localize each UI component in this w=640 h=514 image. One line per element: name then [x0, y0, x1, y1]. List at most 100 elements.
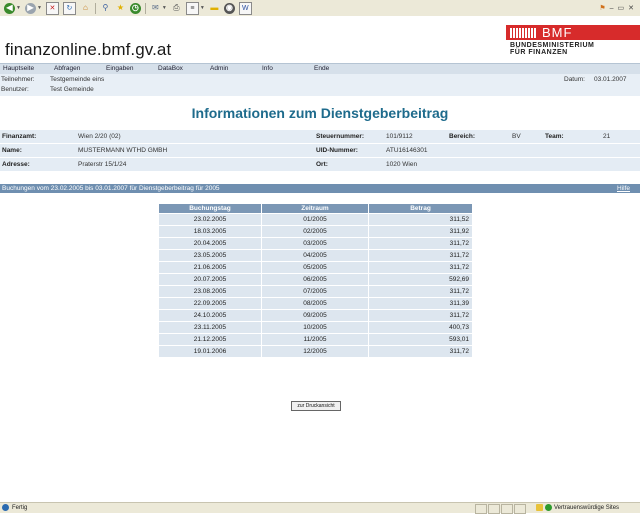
- home-icon[interactable]: ⌂: [80, 3, 91, 14]
- stop-icon[interactable]: ✕: [45, 1, 59, 15]
- restore-icon[interactable]: ▭: [618, 4, 625, 12]
- ort-label: Ort:: [316, 161, 328, 168]
- cell-betrag: 311,72: [369, 310, 472, 321]
- edit-icon[interactable]: ≡: [185, 1, 199, 15]
- section-title: Buchungen vom 23.02.2005 bis 03.01.2007 …: [2, 185, 220, 192]
- adresse-label: Adresse:: [2, 161, 30, 168]
- cell-buchungstag: 23.02.2005: [159, 214, 261, 225]
- team-label: Team:: [545, 133, 564, 140]
- table-row: 20.07.2005 06/2005 592,69: [159, 274, 472, 285]
- cell-betrag: 311,92: [369, 226, 472, 237]
- status-cell: [488, 504, 500, 514]
- cell-betrag: 311,72: [369, 286, 472, 297]
- menu-item-abfragen[interactable]: Abfragen: [54, 65, 80, 72]
- back-icon[interactable]: ◀: [4, 2, 15, 14]
- status-cells: [475, 504, 526, 514]
- site-title: finanzonline.bmf.gv.at: [5, 40, 172, 59]
- favorites-icon[interactable]: ★: [115, 3, 126, 14]
- uid-value: ATU16146301: [386, 147, 428, 154]
- finanzamt-label: Finanzamt:: [2, 133, 37, 140]
- status-text: Fertig: [12, 504, 28, 511]
- details-row: Name: MUSTERMANN WTHD GMBH UID-Nummer: A…: [0, 144, 640, 157]
- name-label: Name:: [2, 147, 22, 154]
- menu-item-databox[interactable]: DataBox: [158, 65, 183, 72]
- folder-icon[interactable]: ▬: [209, 3, 220, 14]
- adresse-value: Praterstr 15/1/24: [78, 161, 127, 168]
- details-grid: Finanzamt: Wien 2/20 (02) Steuernummer: …: [0, 130, 640, 172]
- minimize-icon[interactable]: –: [610, 5, 614, 12]
- toolbar-separator: [144, 2, 146, 14]
- check-icon: [545, 504, 552, 511]
- benutzer-value: Test Gemeinde: [50, 86, 94, 93]
- cell-betrag: 592,69: [369, 274, 472, 285]
- menu-item-admin[interactable]: Admin: [210, 65, 228, 72]
- print-icon[interactable]: ⎙: [171, 3, 182, 14]
- table-row: 23.02.2005 01/2005 311,52: [159, 214, 472, 225]
- steuernummer-value: 101/9112: [386, 133, 413, 140]
- eagle-icon: [510, 27, 536, 38]
- table-row: 21.12.2005 11/2005 593,01: [159, 334, 472, 345]
- help-link[interactable]: Hilfe: [617, 185, 630, 192]
- edit-dropdown-icon[interactable]: ▼: [200, 5, 205, 11]
- close-icon[interactable]: ✕: [628, 4, 634, 12]
- history-icon[interactable]: ◷: [129, 2, 141, 14]
- menu-item-ende[interactable]: Ende: [314, 65, 329, 72]
- menu-item-info[interactable]: Info: [262, 65, 273, 72]
- steuernummer-label: Steuernummer:: [316, 133, 365, 140]
- menu-item-hauptseite[interactable]: Hauptseite: [3, 65, 34, 72]
- window-controls: ⚑ – ▭ ✕: [599, 4, 640, 13]
- print-view-button[interactable]: zur Druckansicht: [291, 401, 341, 411]
- cell-buchungstag: 23.08.2005: [159, 286, 261, 297]
- logo-line-1: BUNDESMINISTERIUM: [510, 42, 595, 49]
- back-dropdown-icon[interactable]: ▼: [16, 5, 21, 11]
- cell-betrag: 311,72: [369, 346, 472, 357]
- cell-betrag: 311,52: [369, 214, 472, 225]
- cell-zeitraum: 09/2005: [262, 310, 368, 321]
- datum-value: 03.01.2007: [594, 76, 627, 83]
- details-row: Adresse: Praterstr 15/1/24 Ort: 1020 Wie…: [0, 158, 640, 171]
- team-value: 21: [603, 133, 611, 140]
- menu-item-eingaben[interactable]: Eingaben: [106, 65, 133, 72]
- cell-zeitraum: 12/2005: [262, 346, 368, 357]
- column-header-betrag: Betrag: [369, 204, 472, 213]
- cell-buchungstag: 23.11.2005: [159, 322, 261, 333]
- bereich-label: Bereich:: [449, 133, 476, 140]
- cell-betrag: 311,72: [369, 238, 472, 249]
- cell-zeitraum: 08/2005: [262, 298, 368, 309]
- cell-betrag: 311,72: [369, 250, 472, 261]
- page-icon: [2, 504, 9, 511]
- teilnehmer-label: Teilnehmer:: [1, 76, 35, 83]
- teilnehmer-value: Testgemeinde eins: [50, 76, 105, 83]
- uid-label: UID-Nummer:: [316, 147, 358, 154]
- cell-betrag: 311,72: [369, 262, 472, 273]
- cell-betrag: 593,01: [369, 334, 472, 345]
- mail-icon[interactable]: ✉: [150, 3, 161, 14]
- cell-buchungstag: 22.09.2005: [159, 298, 261, 309]
- cell-buchungstag: 18.03.2005: [159, 226, 261, 237]
- mail-dropdown-icon[interactable]: ▼: [162, 5, 167, 11]
- refresh-icon[interactable]: ↻: [62, 1, 76, 15]
- security-zone[interactable]: Vertrauenswürdige Sites: [536, 504, 619, 511]
- cell-zeitraum: 04/2005: [262, 250, 368, 261]
- media-icon[interactable]: ◉: [223, 2, 235, 14]
- cell-buchungstag: 23.05.2005: [159, 250, 261, 261]
- page-header: finanzonline.bmf.gv.at BMF BUNDESMINISTE…: [0, 16, 640, 63]
- table-row: 23.05.2005 04/2005 311,72: [159, 250, 472, 261]
- toolbar-separator: [94, 2, 96, 14]
- word-icon[interactable]: W: [238, 1, 252, 15]
- bmf-logo: BMF BUNDESMINISTERIUM FÜR FINANZEN: [506, 25, 640, 56]
- zone-text: Vertrauenswürdige Sites: [554, 504, 620, 511]
- user-info: Teilnehmer: Testgemeinde eins Benutzer: …: [0, 74, 640, 96]
- cell-zeitraum: 11/2005: [262, 334, 368, 345]
- forward-icon[interactable]: ▶: [24, 2, 36, 14]
- table-header-row: Buchungstag Zeitraum Betrag: [159, 204, 472, 213]
- finanzamt-value: Wien 2/20 (02): [78, 133, 121, 140]
- cell-zeitraum: 01/2005: [262, 214, 368, 225]
- benutzer-label: Benutzer:: [1, 86, 29, 93]
- table-row: 21.06.2005 05/2005 311,72: [159, 262, 472, 273]
- forward-dropdown-icon[interactable]: ▼: [37, 5, 42, 11]
- cell-buchungstag: 24.10.2005: [159, 310, 261, 321]
- search-icon[interactable]: ⚲: [100, 3, 111, 14]
- column-header-zeitraum: Zeitraum: [262, 204, 368, 213]
- cell-buchungstag: 21.12.2005: [159, 334, 261, 345]
